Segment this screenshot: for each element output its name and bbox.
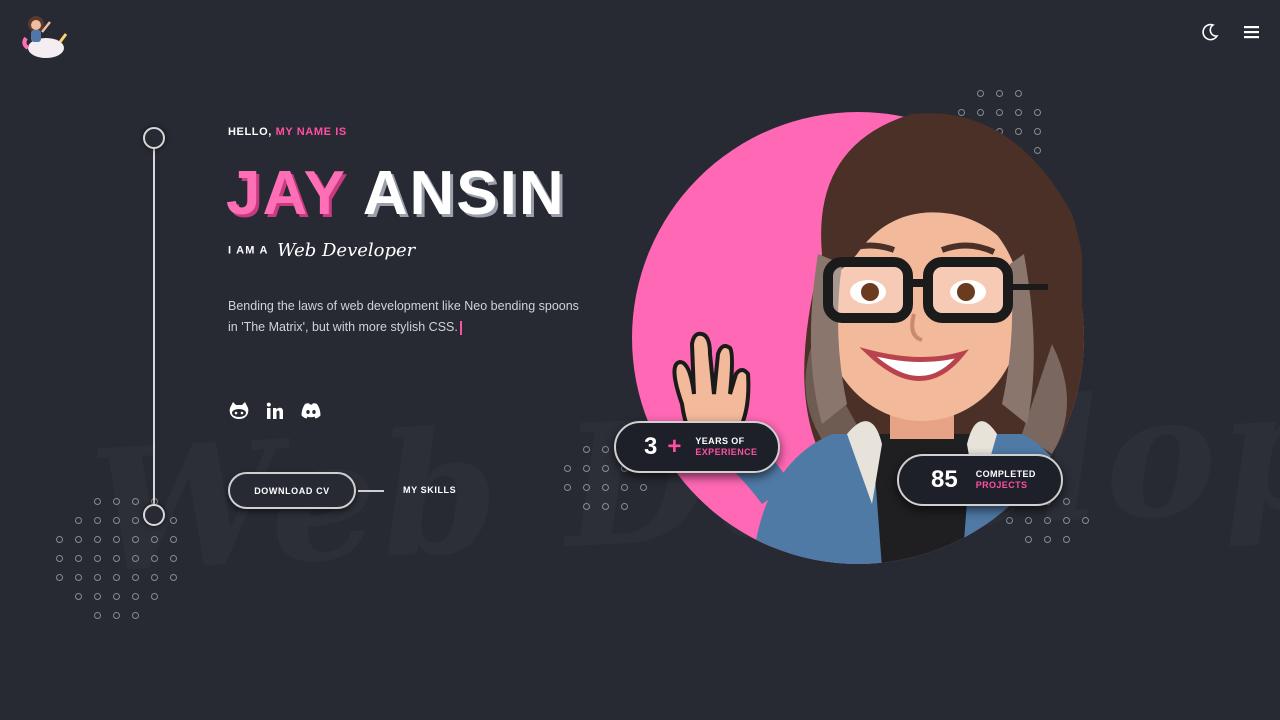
download-cv-button[interactable]: DOWNLOAD CV: [228, 472, 356, 509]
dot: [69, 511, 88, 530]
dot: [69, 549, 88, 568]
dot: [126, 606, 145, 625]
dot: [164, 549, 183, 568]
dot: [558, 478, 577, 497]
dot: [88, 568, 107, 587]
dot: [88, 549, 107, 568]
dot: [145, 587, 164, 606]
linkedin-icon[interactable]: [264, 400, 286, 422]
dot: [145, 568, 164, 587]
experience-badge: 3 + YEARS OF EXPERIENCE: [614, 421, 780, 473]
dot: [145, 530, 164, 549]
dot: [107, 511, 126, 530]
dot: [88, 587, 107, 606]
projects-label-line1: COMPLETED: [975, 469, 1036, 479]
dot: [107, 606, 126, 625]
dot: [107, 530, 126, 549]
experience-plus: +: [667, 433, 682, 460]
dot: [50, 549, 69, 568]
timeline-line: [153, 148, 155, 504]
dot: [596, 459, 615, 478]
projects-badge: 85 COMPLETED PROJECTS: [897, 454, 1063, 506]
dot: [145, 549, 164, 568]
button-connector-line: [358, 490, 384, 492]
role-line: I AM A Web Developer: [228, 240, 415, 261]
dot: [596, 497, 615, 516]
dot: [577, 497, 596, 516]
hero-name: JAY ANSIN: [226, 163, 566, 225]
my-skills-link[interactable]: MY SKILLS: [403, 485, 456, 495]
greeting: HELLO, MY NAME IS: [228, 126, 347, 138]
role-title: Web Developer: [277, 240, 416, 261]
dot: [107, 587, 126, 606]
dot: [107, 549, 126, 568]
last-name: ANSIN: [362, 159, 566, 228]
role-prefix: I AM A: [228, 244, 269, 257]
greeting-suffix: MY NAME IS: [275, 126, 347, 138]
dot: [126, 492, 145, 511]
dot: [50, 568, 69, 587]
discord-icon[interactable]: [300, 400, 322, 422]
dot: [69, 530, 88, 549]
projects-label: COMPLETED PROJECTS: [976, 469, 1036, 491]
dot: [577, 459, 596, 478]
dot: [596, 478, 615, 497]
github-icon[interactable]: [228, 400, 250, 422]
dot: [88, 511, 107, 530]
dot: [126, 549, 145, 568]
dot: [107, 568, 126, 587]
logo-avatar[interactable]: [16, 8, 72, 64]
projects-value: 85: [931, 466, 958, 493]
dot: [88, 492, 107, 511]
projects-label-line2: PROJECTS: [975, 480, 1028, 490]
timeline-node-bottom: [143, 504, 165, 526]
dot: [971, 84, 990, 103]
dot: [164, 568, 183, 587]
experience-label-line1: YEARS OF: [695, 436, 745, 446]
dot: [164, 530, 183, 549]
dot: [88, 530, 107, 549]
bio-text: Bending the laws of web development like…: [228, 296, 588, 338]
dot: [596, 440, 615, 459]
dot: [88, 606, 107, 625]
bio-content: Bending the laws of web development like…: [228, 299, 579, 334]
menu-icon[interactable]: [1242, 22, 1262, 42]
dot: [1009, 84, 1028, 103]
dot: [69, 568, 88, 587]
experience-label-line2: EXPERIENCE: [695, 447, 758, 457]
dot: [577, 478, 596, 497]
experience-label: YEARS OF EXPERIENCE: [695, 436, 757, 458]
dot: [126, 568, 145, 587]
dot: [558, 459, 577, 478]
dot: [126, 587, 145, 606]
timeline-node-top: [143, 127, 165, 149]
dot: [107, 492, 126, 511]
dot: [990, 84, 1009, 103]
social-links: [228, 400, 322, 422]
dot: [69, 587, 88, 606]
typing-cursor: [459, 320, 462, 335]
greeting-prefix: HELLO,: [228, 126, 272, 138]
dot: [577, 440, 596, 459]
dot: [164, 511, 183, 530]
dot: [126, 530, 145, 549]
experience-value: 3: [644, 433, 658, 460]
moon-icon[interactable]: [1200, 22, 1220, 42]
dot: [50, 530, 69, 549]
first-name: JAY: [226, 159, 346, 228]
